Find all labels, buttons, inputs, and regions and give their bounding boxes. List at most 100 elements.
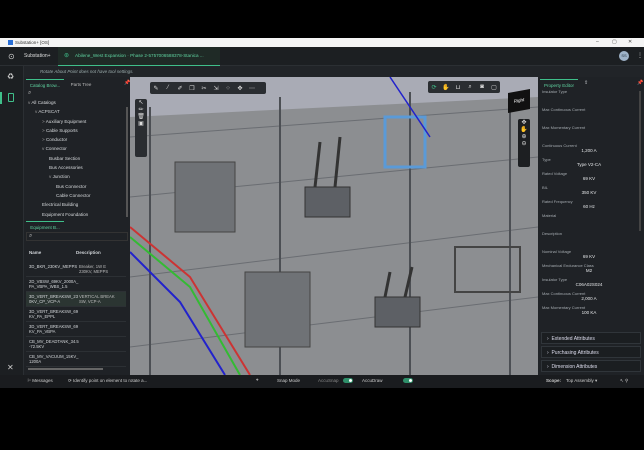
tree-item[interactable]: Cable Connector xyxy=(28,191,128,200)
more-icon[interactable]: ⋯ xyxy=(246,85,258,92)
section-purchasing-attributes[interactable]: › Purchasing Attributes xyxy=(541,346,641,358)
tools-icon[interactable]: ✂ xyxy=(198,85,210,92)
tab-parts-tree[interactable]: Parts Tree xyxy=(66,79,96,89)
locate-icon[interactable]: ⌖ xyxy=(256,377,259,382)
property-value[interactable] xyxy=(538,236,640,246)
rotate-view-icon[interactable]: ⟳ xyxy=(428,84,440,91)
tools-icon[interactable]: ✕ xyxy=(7,363,14,372)
more-menu-icon[interactable]: ⋮ xyxy=(637,52,643,59)
tree-item[interactable]: v All Catalogs xyxy=(28,98,128,107)
accudraw-toggle[interactable] xyxy=(403,378,414,384)
tree-scrollbar[interactable] xyxy=(126,107,128,217)
property-value[interactable] xyxy=(538,218,640,228)
tree-item[interactable]: Busbar Section xyxy=(28,154,128,163)
pin-icon[interactable]: 📌 xyxy=(637,80,643,86)
search-icon[interactable]: ⌕ xyxy=(28,90,31,97)
equipment-search-input[interactable]: ⌕ xyxy=(26,232,128,241)
tab-property-editor[interactable]: Property Editor xyxy=(540,79,578,89)
fit-icon[interactable]: ⊔ xyxy=(452,84,464,91)
property-value[interactable]: 100 KA xyxy=(538,310,640,316)
snap-icon[interactable]: ⁘ xyxy=(222,85,234,92)
row-description xyxy=(79,324,119,334)
pan-icon[interactable]: ✋ xyxy=(440,84,452,91)
column-name[interactable]: Name xyxy=(26,250,76,255)
row-name: CB_MV_DEADTANK_34.5-72.5KV xyxy=(29,339,79,349)
copy-icon[interactable]: ❐ xyxy=(186,85,198,92)
3d-viewport[interactable]: ✎ ⁄ ✐ ❐ ✂ ⇲ ⁘ ✥ ⋯ ↖ ✏ 🗑 ▣ ⟳ ✋ ⊔ ⌕ ◙ ▢ Right ✥ ✋ ⊕ ⊖ xyxy=(130,77,538,375)
column-description[interactable]: Description xyxy=(76,250,101,255)
property-value[interactable]: C06A02S024 xyxy=(538,282,640,288)
home-icon[interactable]: ⊙ xyxy=(8,52,15,61)
tree-item[interactable]: > Auxiliary Equipment xyxy=(28,117,128,126)
measure-icon[interactable]: ⇲ xyxy=(210,85,222,92)
property-value[interactable]: 2,000 A xyxy=(538,296,640,302)
orbit-icon[interactable]: ✥ xyxy=(518,119,530,126)
tree-item[interactable]: Bus Connector xyxy=(28,182,128,191)
property-value[interactable] xyxy=(538,112,640,122)
table-row[interactable]: 3D_VERT_BREAKSW_69KV_PA_VBPA xyxy=(26,322,126,337)
tree-item[interactable]: > Conductor xyxy=(28,135,128,144)
scope-dropdown[interactable]: Top Assembly ▾ xyxy=(566,378,597,384)
tree-item[interactable]: v Connector xyxy=(28,144,128,153)
messages-button[interactable]: ⚐ Messages xyxy=(27,378,53,384)
view-cube[interactable]: Right xyxy=(508,89,530,113)
substation-model-view[interactable] xyxy=(130,77,538,375)
table-row[interactable]: CB_MV_DEADTANK_34.5-72.5KV xyxy=(26,337,126,352)
pencil-icon[interactable]: ✏ xyxy=(135,106,147,113)
camera-icon[interactable]: ▣ xyxy=(135,120,147,127)
close-button[interactable]: ✕ xyxy=(628,39,632,45)
tree-item[interactable]: Equipment Foundation xyxy=(28,210,128,219)
property-value[interactable]: 350 KV xyxy=(538,190,640,196)
snap-mode-button[interactable]: Snap Mode xyxy=(277,378,300,383)
app-menu[interactable]: Substation+ xyxy=(24,53,51,59)
row-description xyxy=(79,354,119,364)
avatar[interactable]: SS xyxy=(619,51,629,61)
rotate-icon[interactable]: ✎ xyxy=(150,85,162,92)
zoom-in-icon[interactable]: ⊕ xyxy=(518,133,530,140)
property-value[interactable]: Type V2-CA xyxy=(538,162,640,168)
property-scrollbar[interactable] xyxy=(639,91,641,231)
camera-view-icon[interactable]: ◙ xyxy=(476,84,488,90)
draw-icon[interactable]: ⁄ xyxy=(162,85,174,91)
recycle-icon[interactable]: ♻ xyxy=(7,72,14,81)
catalog-icon[interactable] xyxy=(8,93,14,102)
property-value[interactable]: 69 KV xyxy=(538,254,640,260)
zoom-icon[interactable]: ⌕ xyxy=(464,84,476,91)
accusnap-toggle[interactable] xyxy=(343,378,353,384)
zoom-out-icon[interactable]: ⊖ xyxy=(518,140,530,147)
table-row[interactable]: 2D_VBSW_69KV_2000A_PA_VBPA_WBS_1.5 xyxy=(26,277,126,292)
section-extended-attributes[interactable]: › Extended Attributes xyxy=(541,332,641,344)
table-row[interactable]: 3D_BKR_230KV_MEPPS Breaker, 1W E 230KV, M… xyxy=(26,262,126,277)
select-icon[interactable]: ↖ xyxy=(135,99,147,106)
table-scrollbar[interactable] xyxy=(28,368,103,370)
maximize-button[interactable]: ▢ xyxy=(612,39,617,45)
tree-item[interactable]: v ACPSCAT xyxy=(28,107,128,116)
minimize-button[interactable]: – xyxy=(596,39,599,45)
selection-icon[interactable]: ↖ ⚲ xyxy=(620,378,628,384)
project-tab[interactable]: Abilene_West Expansion · Phase 2-5757006… xyxy=(75,53,204,58)
table-row[interactable]: 3D_VERT_BREAKSW_69KV_PA_EPPL xyxy=(26,307,126,322)
property-value[interactable]: M2 xyxy=(538,268,640,274)
move-icon[interactable]: ✥ xyxy=(234,85,246,92)
trash-icon[interactable]: 🗑 xyxy=(135,113,147,120)
property-editor-panel: Property Editor ⇪ 📌 Insulator Type Max Co… xyxy=(538,77,644,375)
table-row[interactable]: CB_MV_VACUUM_15KV_1200A xyxy=(26,352,126,367)
property-value[interactable]: 60 Hz xyxy=(538,204,640,210)
upload-icon[interactable]: ⇪ xyxy=(584,80,588,86)
section-dimension-attributes[interactable]: › Dimension Attributes xyxy=(541,360,641,372)
hand-icon[interactable]: ✋ xyxy=(518,126,530,133)
property-value[interactable] xyxy=(538,94,640,104)
tree-item[interactable]: Electrical Building xyxy=(28,200,128,209)
section-label: Dimension Attributes xyxy=(551,364,598,370)
edit-icon[interactable]: ✐ xyxy=(174,85,186,92)
property-value[interactable] xyxy=(538,130,640,140)
section-icon[interactable]: ▢ xyxy=(488,84,500,91)
tab-equipment-browser[interactable]: Equipment B... xyxy=(26,221,64,231)
tree-item[interactable]: v Junction xyxy=(28,172,128,181)
table-row[interactable]: 3D_VERT_BREAKSW_230KV_CP_VCP-A VERTICAL B… xyxy=(26,292,126,307)
tab-catalog-browser[interactable]: Catalog Brow... xyxy=(26,79,64,89)
tree-item[interactable]: > Cable Supports xyxy=(28,126,128,135)
tree-item[interactable]: Bus Accessories xyxy=(28,163,128,172)
property-value[interactable]: 1,200 A xyxy=(538,148,640,154)
property-value[interactable]: 69 KV xyxy=(538,176,640,182)
